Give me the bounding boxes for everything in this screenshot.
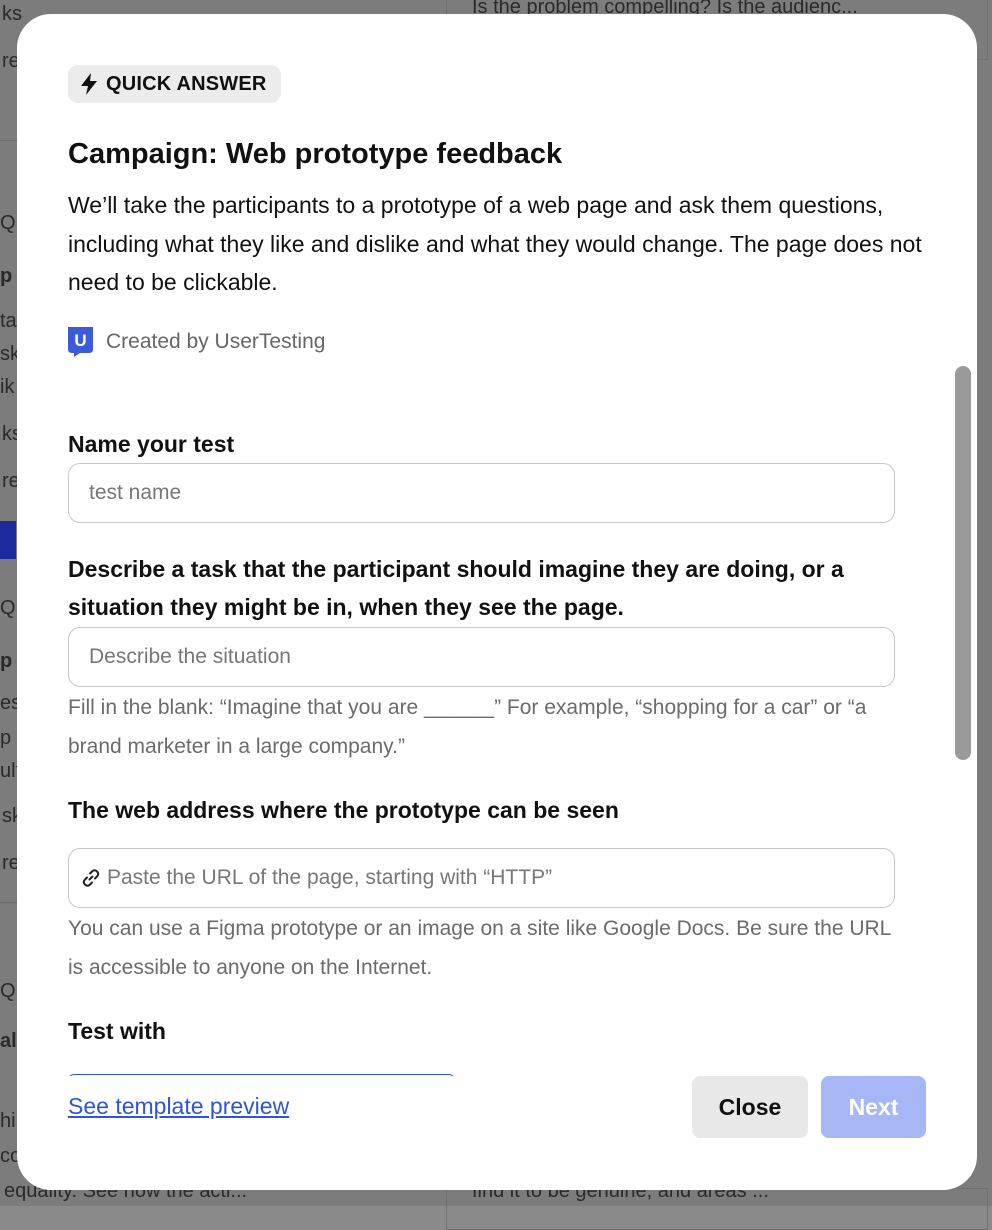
next-button[interactable]: Next [821, 1076, 926, 1138]
situation-input[interactable] [89, 645, 874, 669]
situation-field[interactable] [68, 627, 895, 687]
usertesting-logo-icon: U [68, 327, 93, 357]
scrollbar-thumb[interactable] [955, 366, 971, 760]
background-fragment: p [0, 265, 13, 287]
background-fragment: hi [0, 1110, 16, 1132]
form-scroll-area[interactable]: Name your test Describe a task that the … [17, 360, 977, 1076]
modal-title: Campaign: Web prototype feedback [68, 138, 563, 170]
test-name-label: Name your test [68, 431, 235, 457]
quick-answer-badge: QUICK ANSWER [68, 65, 281, 103]
background-fragment: p [0, 727, 12, 749]
background-divider [0, 140, 18, 141]
background-fragment: p [0, 650, 13, 672]
usertesting-logo-letter: U [74, 331, 86, 350]
background-fragment: al [0, 1030, 17, 1052]
situation-help-text: Fill in the blank: “Imagine that you are… [68, 696, 867, 758]
test-name-input[interactable] [89, 481, 874, 505]
test-name-field[interactable] [68, 463, 895, 523]
url-input[interactable] [107, 866, 874, 890]
creator-text: Created by UserTesting [106, 330, 326, 353]
background-fragment: ta [0, 310, 17, 332]
template-modal: QUICK ANSWER Campaign: Web prototype fee… [17, 14, 977, 1190]
url-help-text: You can use a Figma prototype or an imag… [68, 917, 891, 979]
close-button[interactable]: Close [692, 1076, 808, 1138]
badge-label: QUICK ANSWER [106, 72, 267, 95]
background-fragment: ks [2, 3, 22, 25]
test-with-select[interactable] [68, 1074, 455, 1076]
see-template-preview-link[interactable]: See template preview [68, 1093, 289, 1120]
background-accent-bar [0, 521, 16, 559]
test-with-label: Test with [68, 1018, 166, 1044]
lightning-icon [81, 73, 97, 95]
creator-info: U Created by UserTesting [68, 327, 325, 357]
url-field[interactable] [68, 848, 895, 908]
link-icon [82, 869, 100, 887]
modal-description: We’ll take the participants to a prototy… [68, 192, 922, 295]
situation-label: Describe a task that the participant sho… [68, 556, 844, 620]
background-divider [0, 902, 18, 903]
url-label: The web address where the prototype can … [68, 797, 619, 823]
background-fragment: ik [0, 376, 15, 398]
